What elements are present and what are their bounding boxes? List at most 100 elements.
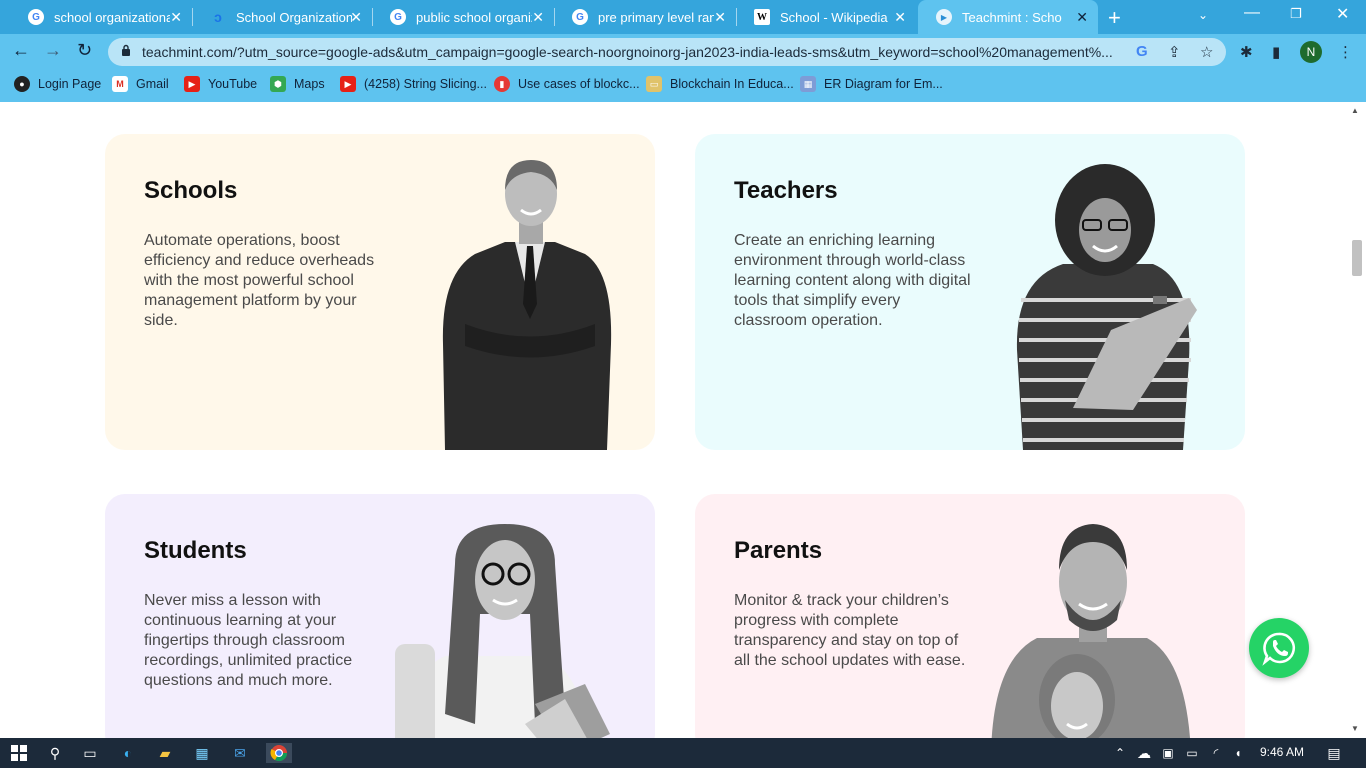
wifi-icon[interactable]: ◜ <box>1206 743 1226 763</box>
bookmark-blockchain-use-cases[interactable]: ▮ Use cases of blockc... <box>494 76 640 92</box>
profile-avatar[interactable]: N <box>1300 41 1322 63</box>
minimize-icon[interactable]: — <box>1244 4 1260 22</box>
card-students: Students Never miss a lesson with contin… <box>105 494 655 738</box>
show-hidden-icons-icon[interactable]: ⌃ <box>1110 743 1130 763</box>
tab-title: School - Wikipedia <box>780 9 888 25</box>
bookmark-label: Login Page <box>38 77 102 91</box>
edge-taskbar-icon[interactable]: ◐ <box>118 743 138 763</box>
tab-school-organizational-1[interactable]: G school organizational ✕ <box>10 0 192 34</box>
bookmark-login-page[interactable]: ● Login Page <box>14 76 101 92</box>
github-icon: ● <box>14 76 30 92</box>
lock-icon[interactable] <box>121 44 131 57</box>
card-title: Students <box>144 537 247 564</box>
restore-icon[interactable]: ❐ <box>1290 6 1302 22</box>
bookmark-youtube[interactable]: ▶ YouTube <box>184 76 257 92</box>
new-tab-icon[interactable]: + <box>1108 5 1121 31</box>
bookmark-label: Gmail <box>136 77 169 91</box>
task-view-icon[interactable]: ▭ <box>80 743 100 763</box>
whatsapp-chat-button[interactable] <box>1249 618 1309 678</box>
whatsapp-icon <box>1262 632 1296 666</box>
tab-title: school organizational <box>54 9 170 25</box>
card-description: Automate operations, boost efficiency an… <box>144 232 375 329</box>
card-title: Parents <box>734 537 823 564</box>
meet-icon[interactable]: ▣ <box>1158 743 1178 763</box>
bookmark-star-icon[interactable]: ☆ <box>1200 43 1213 61</box>
bookmark-label: (4258) String Slicing... <box>364 77 487 91</box>
card-teachers: Teachers Create an enriching learning en… <box>695 134 1245 450</box>
google-icon: G <box>28 9 44 25</box>
tab-search-chevron-icon[interactable]: ⌄ <box>1198 8 1208 22</box>
close-icon[interactable]: ✕ <box>170 9 182 26</box>
wikipedia-icon: W <box>754 9 770 25</box>
scrollbar-thumb[interactable] <box>1352 240 1362 276</box>
tab-teachmint[interactable]: ▶ Teachmint : School LM ✕ <box>918 0 1098 34</box>
bookmark-label: Use cases of blockc... <box>518 77 640 91</box>
chart-icon: ▮ <box>494 76 510 92</box>
youtube-icon: ▶ <box>184 76 200 92</box>
card-description: Create an enriching learning environment… <box>734 232 971 329</box>
gmail-icon: M <box>112 76 128 92</box>
close-icon[interactable]: ✕ <box>1076 9 1088 26</box>
tab-public-school[interactable]: G public school organiza ✕ <box>372 0 554 34</box>
diagram-icon: ▦ <box>800 76 816 92</box>
tab-school-wikipedia[interactable]: W School - Wikipedia ✕ <box>736 0 916 34</box>
menu-kebab-icon[interactable]: ⋮ <box>1338 43 1353 61</box>
battery-icon[interactable]: ▭ <box>1182 743 1202 763</box>
window-close-icon[interactable]: ✕ <box>1336 4 1349 24</box>
forward-icon[interactable]: → <box>44 40 62 61</box>
card-title: Teachers <box>734 177 838 204</box>
card-schools: Schools Automate operations, boost effic… <box>105 134 655 450</box>
bookmark-maps[interactable]: ⬢ Maps <box>270 76 325 92</box>
folder-icon: ▭ <box>646 76 662 92</box>
onedrive-icon[interactable]: ☁ <box>1134 743 1154 763</box>
taskbar-clock[interactable]: 9:46 AM <box>1260 745 1304 759</box>
side-panel-icon[interactable]: ▮ <box>1272 43 1280 61</box>
card-title: Schools <box>144 177 238 204</box>
close-icon[interactable]: ✕ <box>350 9 362 26</box>
file-explorer-icon[interactable]: ▰ <box>155 743 175 763</box>
card-description: Never miss a lesson with continuous lear… <box>144 592 353 689</box>
tab-school-organizational-2[interactable]: ↄ School Organizational ✕ <box>192 0 372 34</box>
bookmark-blockchain-education[interactable]: ▭ Blockchain In Educa... <box>646 76 794 92</box>
share-icon[interactable]: ⇪ <box>1168 43 1181 61</box>
close-icon[interactable]: ✕ <box>894 9 906 26</box>
card-parents: Parents Monitor & track your children’s … <box>695 494 1245 738</box>
edge-icon: ↄ <box>214 9 222 25</box>
search-icon[interactable]: ⚲ <box>45 743 65 763</box>
scroll-down-icon[interactable]: ▼ <box>1351 724 1359 733</box>
close-icon[interactable]: ✕ <box>532 9 544 26</box>
google-lens-icon[interactable]: G <box>1136 43 1148 60</box>
scroll-up-icon[interactable]: ▲ <box>1351 106 1359 115</box>
bookmark-gmail[interactable]: M Gmail <box>112 76 169 92</box>
maps-icon: ⬢ <box>270 76 286 92</box>
chrome-taskbar-icon[interactable] <box>266 743 292 763</box>
close-icon[interactable]: ✕ <box>714 9 726 26</box>
url-text[interactable]: teachmint.com/?utm_source=google-ads&utm… <box>142 44 1127 60</box>
bookmark-label: YouTube <box>208 77 258 91</box>
bookmark-label: Maps <box>294 77 325 91</box>
tab-title: pre primary level rang <box>598 9 714 25</box>
back-icon[interactable]: ← <box>12 40 30 61</box>
businessman-photo <box>442 160 612 450</box>
teacher-photo <box>1016 164 1197 450</box>
tab-title: public school organiza <box>416 9 532 25</box>
parent-child-photo <box>991 524 1190 738</box>
card-description: Monitor & track your children’s progress… <box>734 592 966 669</box>
teachmint-icon: ▶ <box>936 9 952 25</box>
notifications-icon[interactable]: ▤ <box>1324 743 1344 763</box>
youtube-icon: ▶ <box>340 76 356 92</box>
bookmark-er-diagram[interactable]: ▦ ER Diagram for Em... <box>800 76 943 92</box>
page-viewport: Schools Automate operations, boost effic… <box>0 102 1350 738</box>
mail-icon[interactable]: ✉ <box>230 743 250 763</box>
google-icon: G <box>572 9 588 25</box>
tab-title: School Organizational <box>236 9 352 25</box>
google-icon: G <box>390 9 406 25</box>
windows-start-icon[interactable] <box>9 743 29 763</box>
store-icon[interactable]: ▦ <box>192 743 212 763</box>
reload-icon[interactable]: ↻ <box>77 40 92 61</box>
volume-icon[interactable]: ◖ <box>1228 743 1248 763</box>
page-scrollbar[interactable] <box>1350 102 1366 738</box>
tab-pre-primary[interactable]: G pre primary level rang ✕ <box>554 0 736 34</box>
extensions-icon[interactable]: ✱ <box>1240 43 1253 61</box>
bookmark-string-slicing[interactable]: ▶ (4258) String Slicing... <box>340 76 487 92</box>
